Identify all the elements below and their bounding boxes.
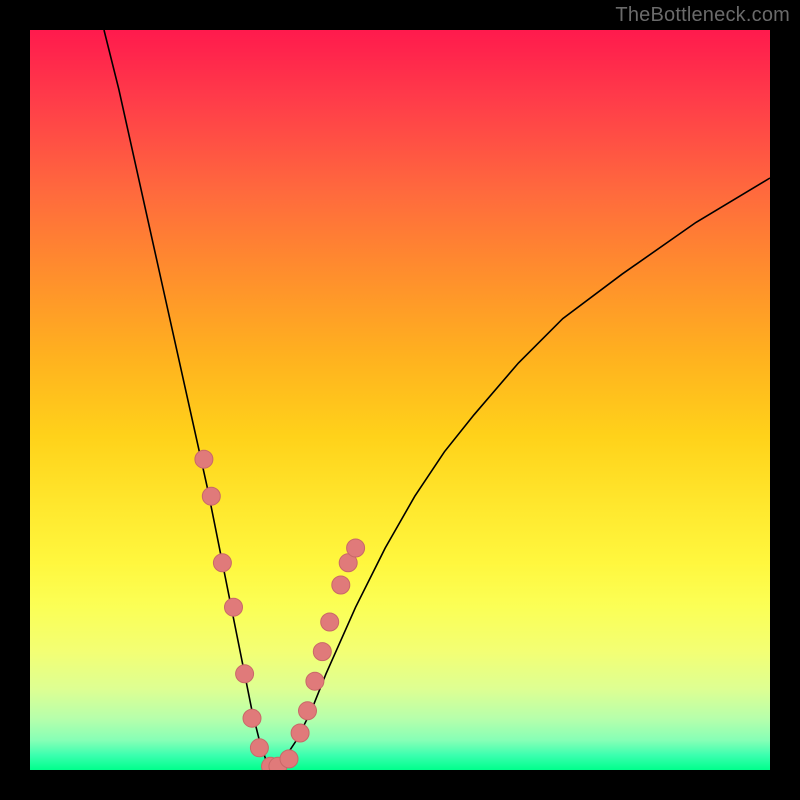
curve-marker (202, 487, 220, 505)
curve-marker (321, 613, 339, 631)
curve-marker (313, 643, 331, 661)
curve-marker (347, 539, 365, 557)
curve-marker (280, 750, 298, 768)
plot-area (30, 30, 770, 770)
curve-marker (213, 554, 231, 572)
curve-marker (195, 450, 213, 468)
curve-marker (306, 672, 324, 690)
curve-marker (332, 576, 350, 594)
watermark-text: TheBottleneck.com (615, 4, 790, 27)
bottleneck-curve (104, 30, 770, 770)
curve-marker (243, 709, 261, 727)
curve-marker (225, 598, 243, 616)
chart-svg (30, 30, 770, 770)
curve-marker (299, 702, 317, 720)
curve-marker (291, 724, 309, 742)
curve-markers (195, 450, 365, 770)
curve-marker (250, 739, 268, 757)
outer-frame: TheBottleneck.com (0, 0, 800, 800)
curve-marker (236, 665, 254, 683)
